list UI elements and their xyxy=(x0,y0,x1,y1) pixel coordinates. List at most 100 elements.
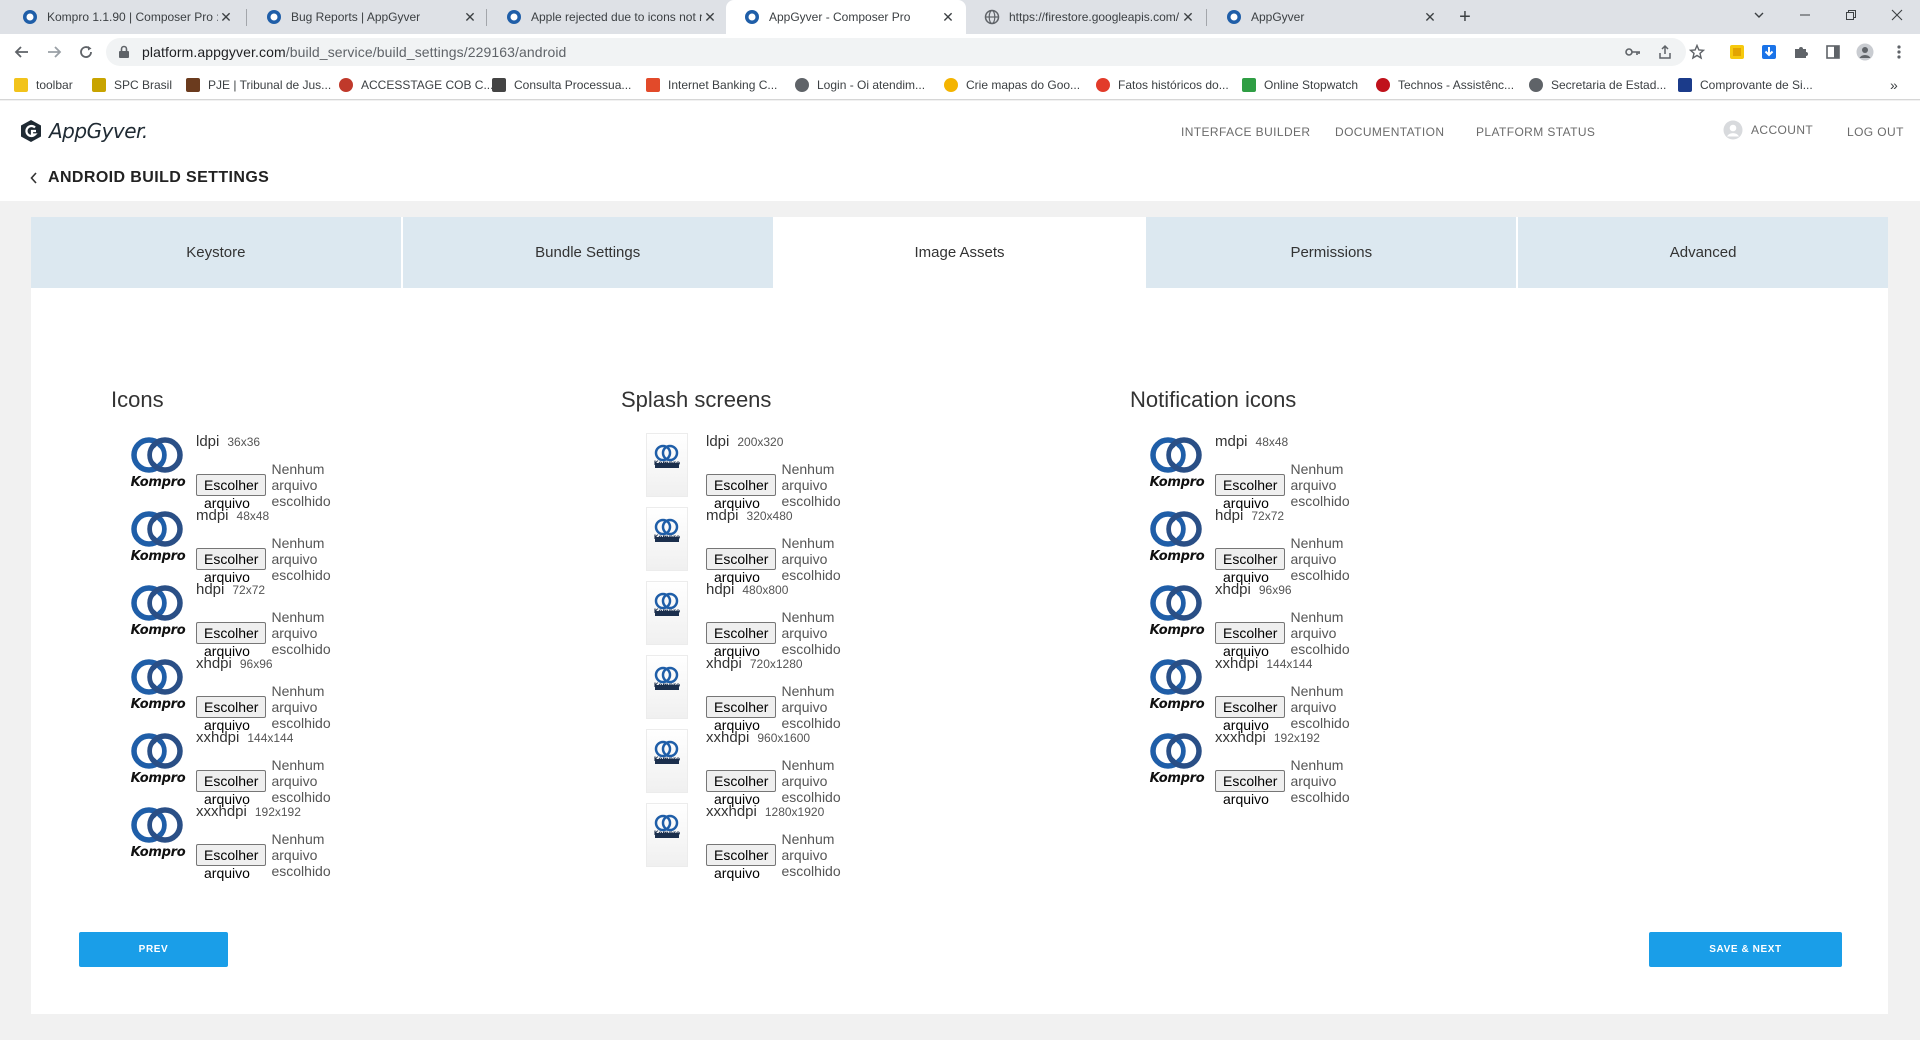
file-input: Escolher arquivo Nenhum arquivo escolhido xyxy=(1215,461,1350,511)
close-icon[interactable]: ✕ xyxy=(218,9,234,26)
reload-icon[interactable] xyxy=(74,40,98,64)
bookmark-item[interactable]: Online Stopwatch xyxy=(1242,76,1358,94)
extensions-puzzle-icon[interactable] xyxy=(1792,43,1810,61)
density-label: ldpi xyxy=(196,433,220,450)
choose-file-button[interactable]: Escolher arquivo xyxy=(1215,474,1286,511)
file-input: Escolher arquivo Nenhum arquivo escolhido xyxy=(1215,609,1350,659)
bookmark-label: ACCESSTAGE COB C... xyxy=(361,78,494,92)
tab-permissions[interactable]: Permissions xyxy=(1146,217,1519,288)
save-next-button[interactable]: SAVE & NEXT xyxy=(1649,932,1842,967)
browser-tab[interactable]: Apple rejected due to icons not r ✕ xyxy=(488,0,728,34)
close-icon[interactable]: ✕ xyxy=(1422,9,1438,26)
side-panel-icon[interactable] xyxy=(1824,43,1842,61)
lock-icon[interactable] xyxy=(118,45,130,59)
globe-icon xyxy=(1529,78,1543,92)
file-input: Escolher arquivo Nenhum arquivo escolhido xyxy=(1215,757,1350,807)
logo-wordmark: Kompro xyxy=(1149,771,1205,786)
choose-file-button[interactable]: Escolher arquivo xyxy=(706,474,777,511)
nav-platform-status[interactable]: PLATFORM STATUS xyxy=(1476,125,1595,139)
prev-button[interactable]: PREV xyxy=(79,932,228,967)
logout-link[interactable]: LOG OUT xyxy=(1847,125,1904,139)
browser-tab-active[interactable]: AppGyver - Composer Pro ✕ xyxy=(726,0,966,34)
icon-thumbnail: Kompro xyxy=(128,581,188,641)
asset-meta: hdpi 72x72 Escolher arquivo Nenhum arquivo … xyxy=(1215,507,1350,585)
density-label: xxhdpi xyxy=(1215,655,1259,672)
close-icon[interactable]: ✕ xyxy=(702,9,718,26)
choose-file-button[interactable]: Escolher arquivo xyxy=(706,844,777,881)
nav-documentation[interactable]: DOCUMENTATION xyxy=(1335,125,1444,139)
file-input: Escolher arquivo Nenhum arquivo escolhido xyxy=(706,535,841,585)
density-label: ldpi xyxy=(706,433,730,450)
choose-file-button[interactable]: Escolher arquivo xyxy=(1215,696,1286,733)
forward-arrow-icon[interactable] xyxy=(42,40,66,64)
chevron-left-icon[interactable] xyxy=(30,172,38,184)
bookmark-item[interactable]: Secretaria de Estad... xyxy=(1529,76,1666,94)
browser-tab[interactable]: https://firestore.googleapis.com/ ✕ xyxy=(966,0,1206,34)
bookmark-item[interactable]: Technos - Assistênc... xyxy=(1376,76,1514,94)
asset-row: Kompro mdpi 320x480 Escolher arquivo Nenhum … xyxy=(621,507,841,585)
bookmark-item[interactable]: toolbar xyxy=(14,76,73,94)
close-icon[interactable]: ✕ xyxy=(462,9,478,26)
choose-file-button[interactable]: Escolher arquivo xyxy=(706,622,777,659)
bookmark-item[interactable]: ACCESSTAGE COB C... xyxy=(339,76,493,94)
browser-tab[interactable]: Kompro 1.1.90 | Composer Pro : ✕ xyxy=(4,0,244,34)
address-bar[interactable]: platform.appgyver.com/build_service/buil… xyxy=(106,38,1686,66)
bookmarks-overflow-icon[interactable]: » xyxy=(1890,76,1898,94)
size-label: 720x1280 xyxy=(749,657,803,671)
close-icon[interactable]: ✕ xyxy=(940,9,956,26)
bookmark-label: Consulta Processua... xyxy=(514,78,632,92)
accesstage-icon xyxy=(339,78,353,92)
tab-keystore[interactable]: Keystore xyxy=(31,217,403,288)
size-label: 144x144 xyxy=(1266,657,1313,671)
minimize-icon[interactable] xyxy=(1782,0,1828,30)
choose-file-button[interactable]: Escolher arquivo xyxy=(196,696,267,733)
tab-search-icon[interactable] xyxy=(1736,0,1782,30)
account-link[interactable]: ACCOUNT xyxy=(1723,120,1813,140)
nav-interface-builder[interactable]: INTERFACE BUILDER xyxy=(1181,125,1311,139)
back-arrow-icon[interactable] xyxy=(10,40,34,64)
choose-file-button[interactable]: Escolher arquivo xyxy=(1215,622,1286,659)
splash-thumbnail: Kompro xyxy=(646,803,688,867)
density-label: xxhdpi xyxy=(706,729,750,746)
bookmark-item[interactable]: Fatos históricos do... xyxy=(1096,76,1229,94)
key-icon[interactable] xyxy=(1624,43,1642,61)
choose-file-button[interactable]: Escolher arquivo xyxy=(1215,770,1286,807)
tab-image-assets[interactable]: Image Assets xyxy=(774,217,1147,288)
asset-meta: ldpi 36x36 Escolher arquivo Nenhum arquivo … xyxy=(196,433,331,511)
download-extension-icon[interactable] xyxy=(1760,43,1778,61)
close-icon[interactable]: ✕ xyxy=(1180,9,1196,26)
bookmark-item[interactable]: Comprovante de Si... xyxy=(1678,76,1813,94)
close-window-icon[interactable] xyxy=(1874,0,1920,30)
more-menu-icon[interactable] xyxy=(1890,43,1908,61)
choose-file-button[interactable]: Escolher arquivo xyxy=(706,696,777,733)
appgyver-logo[interactable]: AppGyver. xyxy=(19,119,148,143)
choose-file-button[interactable]: Escolher arquivo xyxy=(196,622,267,659)
extension-yellow-icon[interactable] xyxy=(1728,43,1746,61)
star-icon[interactable] xyxy=(1688,43,1706,61)
restore-icon[interactable] xyxy=(1828,0,1874,30)
bookmark-item[interactable]: Consulta Processua... xyxy=(492,76,631,94)
choose-file-button[interactable]: Escolher arquivo xyxy=(196,844,267,881)
bookmark-item[interactable]: PJE | Tribunal de Jus... xyxy=(186,76,331,94)
bookmark-item[interactable]: Crie mapas do Goo... xyxy=(944,76,1080,94)
new-tab-button[interactable]: + xyxy=(1452,4,1478,30)
icons-section: Icons Kompro ldpi 36x36 Escolher arquivo Nenh… xyxy=(111,387,331,881)
bookmark-item[interactable]: Login - Oi atendim... xyxy=(795,76,925,94)
choose-file-button[interactable]: Escolher arquivo xyxy=(196,770,267,807)
choose-file-button[interactable]: Escolher arquivo xyxy=(706,770,777,807)
choose-file-button[interactable]: Escolher arquivo xyxy=(196,474,267,511)
logo-wordmark: Kompro xyxy=(1149,475,1205,490)
icon-thumbnail: Kompro xyxy=(1147,581,1207,641)
choose-file-button[interactable]: Escolher arquivo xyxy=(706,548,777,585)
bookmark-item[interactable]: SPC Brasil xyxy=(92,76,172,94)
bookmark-item[interactable]: Internet Banking C... xyxy=(646,76,777,94)
browser-tab[interactable]: AppGyver ✕ xyxy=(1208,0,1448,34)
tab-bundle-settings[interactable]: Bundle Settings xyxy=(402,217,775,288)
browser-tab[interactable]: Bug Reports | AppGyver ✕ xyxy=(248,0,488,34)
choose-file-button[interactable]: Escolher arquivo xyxy=(196,548,267,585)
tab-advanced[interactable]: Advanced xyxy=(1518,217,1888,288)
choose-file-button[interactable]: Escolher arquivo xyxy=(1215,548,1286,585)
technos-icon xyxy=(1376,78,1390,92)
profile-avatar-icon[interactable] xyxy=(1856,43,1874,61)
share-icon[interactable] xyxy=(1656,43,1674,61)
